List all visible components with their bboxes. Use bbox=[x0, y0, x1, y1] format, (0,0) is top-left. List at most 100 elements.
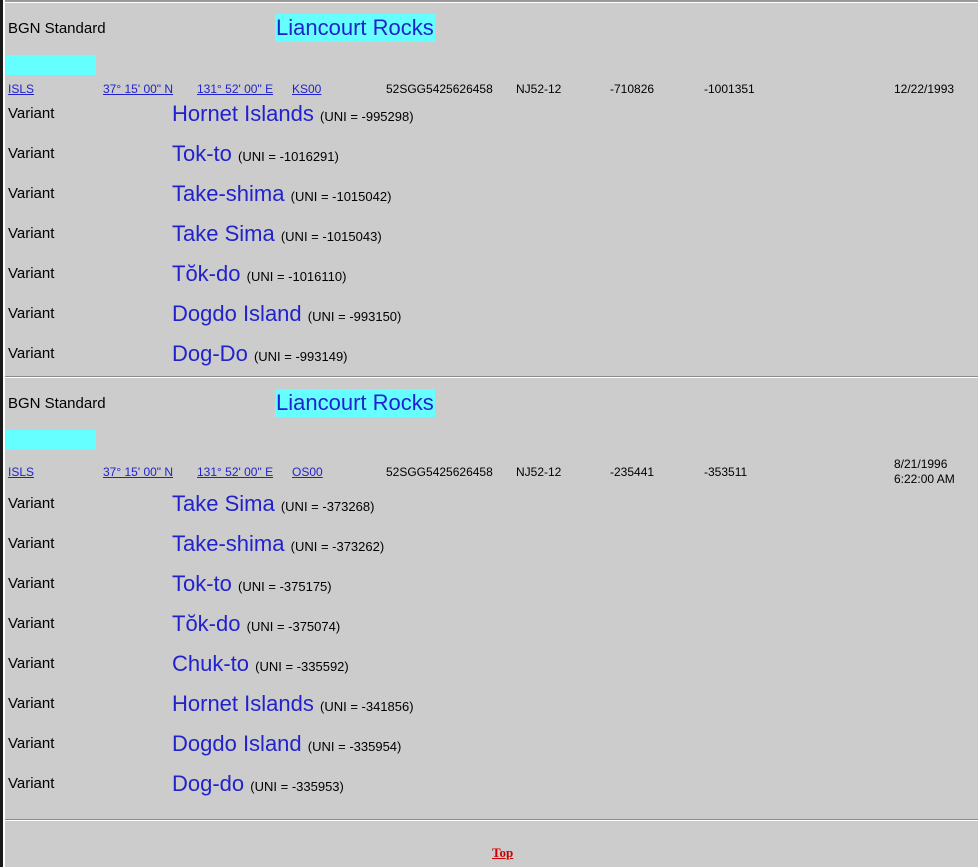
variant-name-wrap: Tok-to (UNI = -375175) bbox=[172, 571, 332, 597]
latitude-link[interactable]: 37° 15' 00" N bbox=[103, 465, 173, 479]
variant-type: Variant bbox=[8, 185, 55, 202]
variant-name-wrap: Take-shima (UNI = -373262) bbox=[172, 531, 384, 557]
variant-uni: (UNI = -375175) bbox=[238, 579, 332, 594]
variant-row: Variant Dogdo Island (UNI = -993150) bbox=[5, 301, 978, 331]
jog-value: NJ52-12 bbox=[516, 465, 562, 479]
variant-name-wrap: Hornet Islands (UNI = -995298) bbox=[172, 101, 414, 127]
variant-row: Variant Take-shima (UNI = -373262) bbox=[5, 531, 978, 561]
date-value: 12/22/1993 bbox=[894, 82, 955, 96]
variant-name: Dog-do bbox=[172, 771, 245, 796]
variant-type: Variant bbox=[8, 105, 55, 122]
variant-name-wrap: Tŏk-do (UNI = -1016110) bbox=[172, 261, 346, 287]
variant-type: Variant bbox=[8, 575, 55, 592]
variant-name-wrap: Dog-Do (UNI = -993149) bbox=[172, 341, 348, 367]
variant-name: Take Sima bbox=[172, 221, 275, 246]
highlight-marker bbox=[6, 430, 96, 450]
top-divider bbox=[5, 0, 978, 3]
top-link[interactable]: Top bbox=[492, 845, 513, 861]
uni-value: -1001351 bbox=[704, 82, 755, 96]
variant-name: Chuk-to bbox=[172, 651, 250, 676]
variant-row: Variant Take-shima (UNI = -1015042) bbox=[5, 181, 978, 211]
variant-name: Dogdo Island bbox=[172, 301, 302, 326]
variant-name: Take Sima bbox=[172, 491, 275, 516]
variant-uni: (UNI = -335954) bbox=[307, 739, 402, 754]
variant-name-wrap: Dog-do (UNI = -335953) bbox=[172, 771, 344, 797]
date-value: 8/21/1996 bbox=[894, 457, 948, 471]
variant-name: Tok-to bbox=[172, 571, 232, 596]
variant-type: Variant bbox=[8, 225, 55, 242]
variant-name-wrap: Tŏk-do (UNI = -375074) bbox=[172, 611, 340, 637]
variant-type: Variant bbox=[8, 535, 55, 552]
variant-name-wrap: Dogdo Island (UNI = -993150) bbox=[172, 301, 401, 327]
variant-name: Hornet Islands bbox=[172, 691, 314, 716]
variant-uni: (UNI = -335953) bbox=[250, 779, 344, 794]
variant-type: Variant bbox=[8, 615, 55, 632]
variant-row: Variant Tok-to (UNI = -1016291) bbox=[5, 141, 978, 171]
longitude-link[interactable]: 131° 52' 00" E bbox=[197, 82, 273, 96]
variant-row: Variant Dog-Do (UNI = -993149) bbox=[5, 341, 978, 371]
variant-name: Take-shima bbox=[172, 531, 285, 556]
variant-name-wrap: Chuk-to (UNI = -335592) bbox=[172, 651, 349, 677]
variant-row: Variant Tŏk-do (UNI = -375074) bbox=[5, 611, 978, 641]
variant-type: Variant bbox=[8, 735, 55, 752]
variant-uni: (UNI = -373262) bbox=[290, 539, 385, 554]
variant-name-wrap: Hornet Islands (UNI = -341856) bbox=[172, 691, 414, 717]
variant-type: Variant bbox=[8, 145, 55, 162]
variant-name-wrap: Tok-to (UNI = -1016291) bbox=[172, 141, 339, 167]
variant-row: Variant Chuk-to (UNI = -335592) bbox=[5, 651, 978, 681]
variant-uni: (UNI = -341856) bbox=[319, 699, 414, 714]
mgrs-value: 52SGG5425626458 bbox=[386, 82, 493, 96]
record-divider bbox=[5, 376, 978, 378]
variant-type: Variant bbox=[8, 305, 55, 322]
variant-uni: (UNI = -335592) bbox=[255, 659, 349, 674]
record-primary-name: Liancourt Rocks bbox=[275, 389, 435, 417]
country-link[interactable]: OS00 bbox=[292, 465, 323, 479]
variant-row: Variant Dogdo Island (UNI = -335954) bbox=[5, 731, 978, 761]
variant-type: Variant bbox=[8, 495, 55, 512]
variant-uni: (UNI = -1015043) bbox=[280, 229, 382, 244]
variant-row: Variant Hornet Islands (UNI = -995298) bbox=[5, 101, 978, 131]
variant-uni: (UNI = -1015042) bbox=[290, 189, 392, 204]
record-primary-name: Liancourt Rocks bbox=[275, 14, 435, 42]
variant-name: Hornet Islands bbox=[172, 101, 314, 126]
variant-type: Variant bbox=[8, 695, 55, 712]
variant-type: Variant bbox=[8, 775, 55, 792]
variant-uni: (UNI = -1016110) bbox=[246, 269, 347, 284]
variant-name-wrap: Take-shima (UNI = -1015042) bbox=[172, 181, 391, 207]
variant-name: Dog-Do bbox=[172, 341, 248, 366]
variant-uni: (UNI = -1016291) bbox=[238, 149, 339, 164]
feature-class-link[interactable]: ISLS bbox=[8, 465, 34, 479]
highlight-marker bbox=[6, 55, 96, 75]
feature-class-link[interactable]: ISLS bbox=[8, 82, 34, 96]
variant-name: Tŏk-do bbox=[172, 611, 241, 636]
variant-row: Variant Hornet Islands (UNI = -341856) bbox=[5, 691, 978, 721]
uni-value: -353511 bbox=[704, 465, 748, 479]
footer-divider bbox=[5, 819, 978, 821]
record-standard-label: BGN Standard bbox=[8, 395, 106, 412]
latitude-link[interactable]: 37° 15' 00" N bbox=[103, 82, 173, 96]
variant-name: Dogdo Island bbox=[172, 731, 302, 756]
ufi-value: -235441 bbox=[610, 465, 655, 479]
variant-type: Variant bbox=[8, 265, 55, 282]
variant-type: Variant bbox=[8, 655, 55, 672]
variant-uni: (UNI = -373268) bbox=[280, 499, 375, 514]
variant-uni: (UNI = -993149) bbox=[253, 349, 348, 364]
variant-row: Variant Take Sima (UNI = -373268) bbox=[5, 491, 978, 521]
longitude-link[interactable]: 131° 52' 00" E bbox=[197, 465, 273, 479]
variant-row: Variant Tŏk-do (UNI = -1016110) bbox=[5, 261, 978, 291]
jog-value: NJ52-12 bbox=[516, 82, 562, 96]
variant-row: Variant Tok-to (UNI = -375175) bbox=[5, 571, 978, 601]
variant-name-wrap: Take Sima (UNI = -373268) bbox=[172, 491, 374, 517]
variant-row: Variant Take Sima (UNI = -1015043) bbox=[5, 221, 978, 251]
variant-uni: (UNI = -375074) bbox=[246, 619, 341, 634]
variant-uni: (UNI = -993150) bbox=[307, 309, 402, 324]
variant-row: Variant Dog-do (UNI = -335953) bbox=[5, 771, 978, 801]
country-link[interactable]: KS00 bbox=[292, 82, 321, 96]
variant-name: Take-shima bbox=[172, 181, 285, 206]
ufi-value: -710826 bbox=[610, 82, 655, 96]
variant-name-wrap: Dogdo Island (UNI = -335954) bbox=[172, 731, 401, 757]
variant-name: Tŏk-do bbox=[172, 261, 241, 286]
variant-uni: (UNI = -995298) bbox=[319, 109, 414, 124]
mgrs-value: 52SGG5425626458 bbox=[386, 465, 493, 479]
gazetteer-page: BGN Standard Liancourt Rocks ISLS 37° 15… bbox=[5, 0, 978, 867]
